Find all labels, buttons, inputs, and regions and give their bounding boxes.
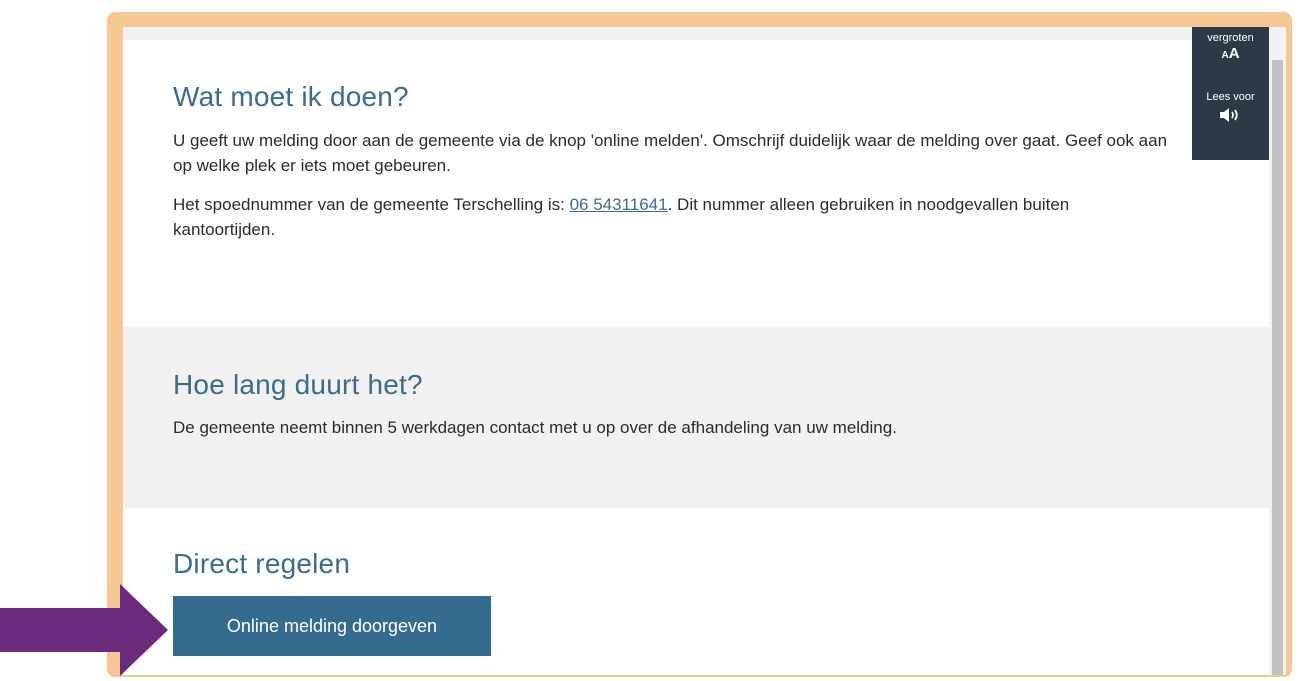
section-heading-direct: Direct regelen [173, 548, 351, 579]
scrollbar[interactable] [1269, 27, 1286, 675]
section-direct: Direct regelen Online melding doorgeven [123, 508, 1269, 675]
section-heading-how-long: Hoe lang duurt het? [173, 369, 423, 400]
duration-paragraph: De gemeente neemt binnen 5 werkdagen con… [173, 418, 897, 437]
text-size-icon: AA [1221, 45, 1240, 62]
enlarge-text-button[interactable]: vergroten AA [1192, 27, 1269, 65]
scrollbar-thumb[interactable] [1272, 60, 1283, 675]
emergency-phone-link[interactable]: 06 54311641 [570, 195, 668, 214]
page-viewport: Wat moet ik doen? U geeft uw melding doo… [123, 27, 1269, 675]
enlarge-label: vergroten [1207, 32, 1254, 44]
speaker-icon [1219, 108, 1238, 122]
read-aloud-button[interactable]: Lees voor [1192, 91, 1269, 123]
section-how-long: Hoe lang duurt het? De gemeente neemt bi… [123, 327, 1269, 508]
read-aloud-label: Lees voor [1206, 91, 1255, 103]
emergency-text-before: Het spoednummer van de gemeente Terschel… [173, 195, 570, 214]
top-strip [123, 27, 1269, 40]
arrow-right-icon [0, 584, 168, 676]
accessibility-panel: vergroten AA Lees voor [1192, 27, 1269, 160]
instructions-paragraph: U geeft uw melding door aan de gemeente … [173, 131, 1168, 175]
section-heading-what-to-do: Wat moet ik doen? [173, 81, 409, 112]
emergency-paragraph: Het spoednummer van de gemeente Terschel… [173, 192, 1173, 242]
text-size-glyph: A [1228, 45, 1240, 62]
section-what-to-do: Wat moet ik doen? U geeft uw melding doo… [123, 40, 1269, 327]
online-report-button[interactable]: Online melding doorgeven [173, 596, 491, 656]
